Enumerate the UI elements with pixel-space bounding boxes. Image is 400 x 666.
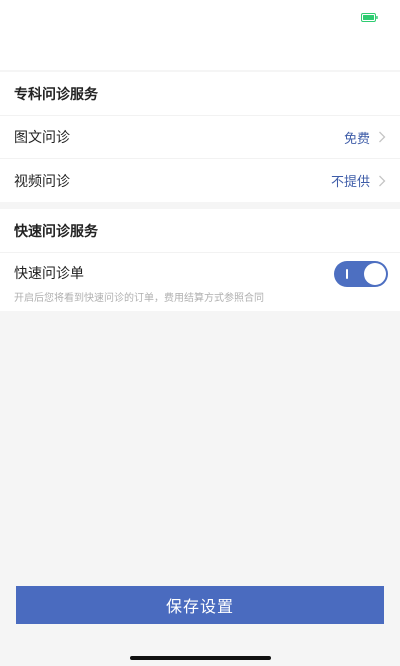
toggle-on-indicator xyxy=(346,269,348,279)
row-label: 视频问诊 xyxy=(14,173,70,190)
row-video-consult[interactable]: 视频问诊 不提供 xyxy=(0,159,400,202)
quick-section-title: 快速问诊服务 xyxy=(0,209,400,253)
specialist-section: 专科问诊服务 图文问诊 免费 视频问诊 不提供 xyxy=(0,72,400,202)
quick-order-toggle[interactable] xyxy=(334,261,388,287)
quick-order-row: 快速问诊单 开启后您将看到快速问诊的订单，费用结算方式参照合同 xyxy=(0,253,400,311)
chevron-right-icon xyxy=(379,131,386,143)
settings-screen: 专科问诊服务 图文问诊 免费 视频问诊 不提供 快速问诊服务 快速问诊单 开启后… xyxy=(0,0,400,666)
quick-order-label: 快速问诊单 xyxy=(14,266,84,282)
battery-icon xyxy=(361,13,378,22)
specialist-section-title: 专科问诊服务 xyxy=(0,72,400,116)
row-image-text-consult[interactable]: 图文问诊 免费 xyxy=(0,116,400,159)
row-label: 图文问诊 xyxy=(14,130,70,146)
row-value: 不提供 xyxy=(330,175,370,190)
status-bar xyxy=(0,0,400,70)
chevron-right-icon xyxy=(379,175,386,186)
home-indicator xyxy=(130,656,271,660)
quick-order-description: 开启后您将看到快速问诊的订单，费用结算方式参照合同 xyxy=(14,293,264,304)
quick-section: 快速问诊服务 快速问诊单 开启后您将看到快速问诊的订单，费用结算方式参照合同 xyxy=(0,209,400,311)
save-settings-button[interactable]: 保存设置 xyxy=(16,586,384,624)
row-value: 免费 xyxy=(343,131,370,147)
toggle-knob xyxy=(364,263,386,285)
